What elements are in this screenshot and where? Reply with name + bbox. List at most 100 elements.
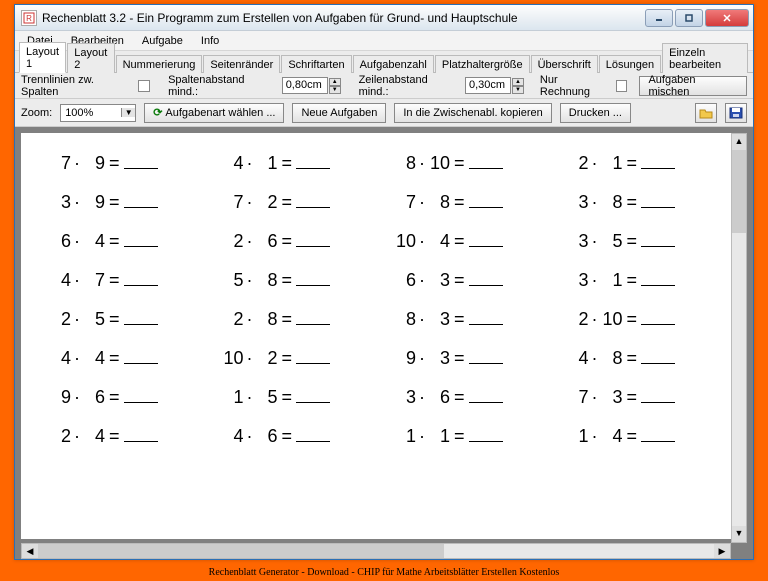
answer-blank[interactable] xyxy=(296,350,330,364)
zoom-combo[interactable]: 100% ▼ xyxy=(60,104,136,122)
copy-clipboard-button[interactable]: In die Zwischenabl. kopieren xyxy=(394,103,551,123)
answer-blank[interactable] xyxy=(296,155,330,169)
answer-blank[interactable] xyxy=(124,311,158,325)
tab-schriftarten[interactable]: Schriftarten xyxy=(281,55,351,73)
answer-blank[interactable] xyxy=(124,350,158,364)
operand-b: 3 xyxy=(428,270,450,291)
answer-blank[interactable] xyxy=(641,272,675,286)
answer-blank[interactable] xyxy=(641,389,675,403)
row-spacing-input[interactable]: 0,30cm xyxy=(465,77,511,94)
answer-blank[interactable] xyxy=(469,350,503,364)
answer-blank[interactable] xyxy=(641,311,675,325)
tab-platzhaltergroesse[interactable]: Platzhaltergröße xyxy=(435,55,530,73)
equals-sign: = xyxy=(627,153,638,174)
operand-b: 8 xyxy=(601,348,623,369)
answer-blank[interactable] xyxy=(469,155,503,169)
operator: · xyxy=(592,153,598,174)
equals-sign: = xyxy=(109,270,120,291)
answer-blank[interactable] xyxy=(124,272,158,286)
minimize-button[interactable] xyxy=(645,9,673,27)
operand-b: 3 xyxy=(428,309,450,330)
tab-aufgabenzahl[interactable]: Aufgabenzahl xyxy=(353,55,434,73)
answer-blank[interactable] xyxy=(124,389,158,403)
answer-blank[interactable] xyxy=(641,428,675,442)
scroll-left-arrow[interactable]: ◀ xyxy=(22,544,38,558)
answer-blank[interactable] xyxy=(124,428,158,442)
menu-aufgabe[interactable]: Aufgabe xyxy=(134,33,191,49)
tab-seitenraender[interactable]: Seitenränder xyxy=(203,55,280,73)
tab-ueberschrift[interactable]: Überschrift xyxy=(531,55,598,73)
problem: 2·5= xyxy=(49,309,198,330)
vertical-scrollbar[interactable]: ▲ ▼ xyxy=(731,133,747,543)
problem: 3·1= xyxy=(567,270,716,291)
horizontal-scrollbar[interactable]: ◀ ▶ xyxy=(21,543,731,559)
problem: 6·3= xyxy=(394,270,543,291)
tab-layout2[interactable]: Layout 2 xyxy=(67,43,114,73)
operand-a: 3 xyxy=(567,231,589,252)
operator: · xyxy=(247,309,253,330)
answer-blank[interactable] xyxy=(296,311,330,325)
maximize-button[interactable] xyxy=(675,9,703,27)
answer-blank[interactable] xyxy=(641,233,675,247)
operator: · xyxy=(74,309,80,330)
scroll-v-thumb[interactable] xyxy=(732,150,746,233)
answer-blank[interactable] xyxy=(469,311,503,325)
refresh-icon: ⟳ xyxy=(153,106,162,119)
problem: 5·8= xyxy=(222,270,371,291)
operand-b: 3 xyxy=(601,387,623,408)
row-spacing-spinner[interactable]: ▲▼ xyxy=(512,78,524,94)
close-button[interactable] xyxy=(705,9,749,27)
answer-blank[interactable] xyxy=(469,233,503,247)
equals-sign: = xyxy=(627,387,638,408)
operand-b: 1 xyxy=(601,270,623,291)
menu-info[interactable]: Info xyxy=(193,33,227,49)
answer-blank[interactable] xyxy=(641,350,675,364)
answer-blank[interactable] xyxy=(296,272,330,286)
sep-lines-checkbox[interactable] xyxy=(138,80,150,92)
answer-blank[interactable] xyxy=(296,194,330,208)
answer-blank[interactable] xyxy=(469,272,503,286)
answer-blank[interactable] xyxy=(124,194,158,208)
operand-b: 3 xyxy=(428,348,450,369)
problem: 3·6= xyxy=(394,387,543,408)
col-spacing-spinner[interactable]: ▲▼ xyxy=(329,78,341,94)
answer-blank[interactable] xyxy=(296,389,330,403)
equals-sign: = xyxy=(282,387,293,408)
open-file-button[interactable] xyxy=(695,103,717,123)
choose-type-button[interactable]: ⟳ Aufgabenart wählen ... xyxy=(144,103,284,123)
print-button[interactable]: Drucken ... xyxy=(560,103,631,123)
scroll-right-arrow[interactable]: ▶ xyxy=(714,544,730,558)
answer-blank[interactable] xyxy=(296,428,330,442)
shuffle-button[interactable]: Aufgaben mischen xyxy=(639,76,747,96)
operator: · xyxy=(419,309,425,330)
tab-loesungen[interactable]: Lösungen xyxy=(599,55,661,73)
answer-blank[interactable] xyxy=(124,233,158,247)
save-file-button[interactable] xyxy=(725,103,747,123)
operand-a: 9 xyxy=(49,387,71,408)
answer-blank[interactable] xyxy=(469,194,503,208)
tab-einzeln[interactable]: Einzeln bearbeiten xyxy=(662,43,748,73)
equals-sign: = xyxy=(109,387,120,408)
answer-blank[interactable] xyxy=(641,194,675,208)
col-spacing-input[interactable]: 0,80cm xyxy=(282,77,328,94)
equals-sign: = xyxy=(282,231,293,252)
tab-nummerierung[interactable]: Nummerierung xyxy=(116,55,203,73)
operand-b: 9 xyxy=(83,153,105,174)
operand-a: 2 xyxy=(222,231,244,252)
answer-blank[interactable] xyxy=(641,155,675,169)
answer-blank[interactable] xyxy=(469,389,503,403)
answer-blank[interactable] xyxy=(296,233,330,247)
tab-layout1[interactable]: Layout 1 xyxy=(19,42,66,73)
new-problems-button[interactable]: Neue Aufgaben xyxy=(292,103,386,123)
answer-blank[interactable] xyxy=(469,428,503,442)
only-calc-checkbox[interactable] xyxy=(616,80,628,92)
operand-a: 4 xyxy=(222,153,244,174)
scroll-down-arrow[interactable]: ▼ xyxy=(732,526,746,542)
problem: 4·4= xyxy=(49,348,198,369)
scroll-h-thumb[interactable] xyxy=(38,544,444,558)
answer-blank[interactable] xyxy=(124,155,158,169)
problem: 1·1= xyxy=(394,426,543,447)
scroll-up-arrow[interactable]: ▲ xyxy=(732,134,746,150)
operand-b: 6 xyxy=(428,387,450,408)
operand-a: 7 xyxy=(222,192,244,213)
